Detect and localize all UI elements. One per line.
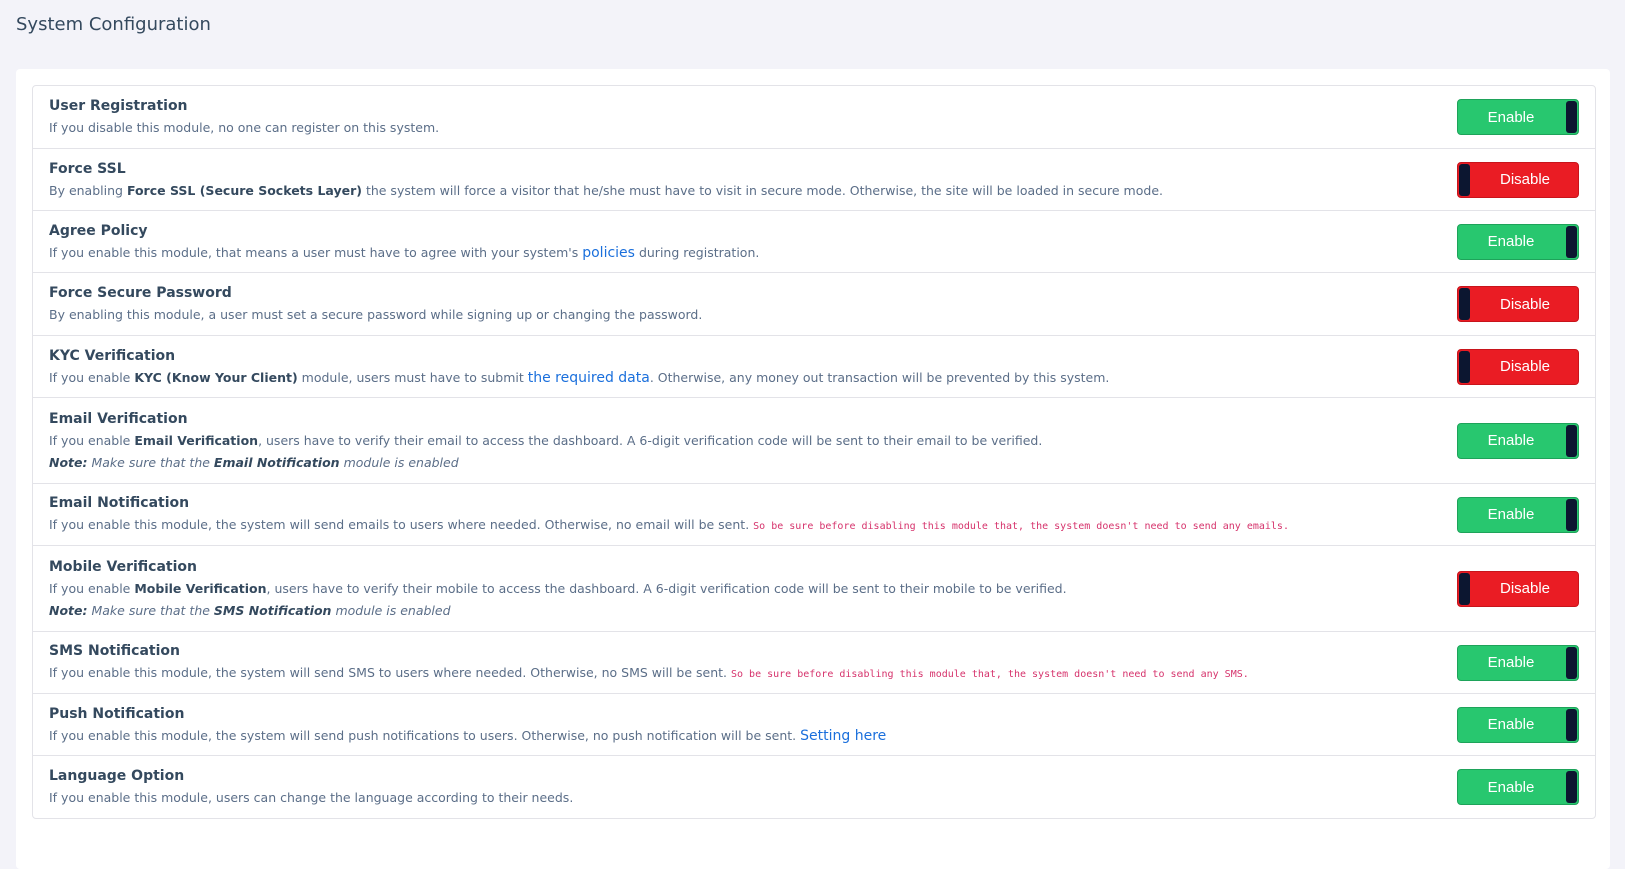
setting-title: Force Secure Password (49, 285, 232, 301)
toggle-knob (1459, 350, 1470, 383)
toggle-knob (1566, 101, 1577, 133)
user-registration-toggle[interactable]: Enable (1457, 99, 1579, 135)
settings-list: User Registration If you disable this mo… (32, 85, 1596, 819)
push-notification-toggle[interactable]: Enable (1457, 706, 1579, 743)
setting-title: KYC Verification (49, 347, 176, 364)
setting-description: If you disable this module, no one can r… (49, 120, 440, 135)
email-verification-toggle[interactable]: Enable (1457, 422, 1579, 459)
push-setting-link[interactable]: Setting here (800, 728, 886, 744)
setting-row-force-secure-password: Force Secure Password By enabling this m… (33, 273, 1595, 336)
setting-title: Push Notification (49, 705, 185, 722)
toggle-knob (1459, 163, 1470, 196)
settings-card: User Registration If you disable this mo… (16, 69, 1610, 869)
toggle-label: Disable (1499, 358, 1551, 375)
setting-description: If you enable this module, the system wi… (49, 516, 1289, 532)
force-ssl-toggle[interactable]: Disable (1457, 161, 1579, 198)
warning-code: So be sure before disabling this module … (753, 520, 1289, 532)
setting-description: If you enable Mobile Verification, users… (49, 580, 1067, 596)
language-option-toggle[interactable]: Enable (1457, 769, 1579, 805)
setting-description: By enabling this module, a user must set… (49, 307, 703, 322)
toggle-knob (1566, 498, 1577, 531)
warning-code: So be sure before disabling this module … (731, 668, 1249, 680)
toggle-knob (1566, 424, 1577, 457)
setting-row-agree-policy: Agree Policy If you enable this module, … (33, 211, 1595, 273)
setting-title: User Registration (49, 98, 188, 114)
toggle-label: Enable (1487, 233, 1535, 250)
toggle-label: Enable (1487, 654, 1535, 671)
toggle-knob (1459, 572, 1470, 605)
toggle-knob (1566, 646, 1577, 679)
setting-description: If you enable KYC (Know Your Client) mod… (49, 369, 1110, 386)
setting-description: If you enable Email Verification, users … (49, 432, 1043, 448)
setting-row-mobile-verification: Mobile Verification If you enable Mobile… (33, 546, 1595, 632)
agree-policy-toggle[interactable]: Enable (1457, 223, 1579, 260)
toggle-label: Enable (1487, 716, 1535, 733)
toggle-label: Enable (1487, 506, 1535, 523)
toggle-label: Enable (1487, 432, 1535, 449)
toggle-knob (1566, 771, 1577, 803)
setting-note: Note: Make sure that the Email Notificat… (49, 454, 459, 470)
toggle-label: Enable (1487, 108, 1535, 126)
email-notification-toggle[interactable]: Enable (1457, 496, 1579, 533)
mobile-verification-toggle[interactable]: Disable (1457, 570, 1579, 607)
setting-description: By enabling Force SSL (Secure Sockets La… (49, 182, 1163, 198)
setting-row-sms-notification: SMS Notification If you enable this modu… (33, 632, 1595, 694)
toggle-knob (1566, 225, 1577, 258)
setting-description: If you enable this module, the system wi… (49, 727, 887, 744)
policies-link[interactable]: policies (582, 245, 635, 261)
toggle-label: Disable (1499, 580, 1551, 597)
setting-row-push-notification: Push Notification If you enable this mod… (33, 694, 1595, 756)
setting-title: SMS Notification (49, 642, 180, 659)
setting-title: Email Notification (49, 494, 190, 511)
kyc-verification-toggle[interactable]: Disable (1457, 348, 1579, 385)
toggle-label: Disable (1499, 171, 1551, 188)
setting-row-user-registration: User Registration If you disable this mo… (33, 86, 1595, 149)
setting-description: If you enable this module, that means a … (49, 244, 760, 261)
setting-title: Language Option (49, 768, 185, 784)
sms-notification-toggle[interactable]: Enable (1457, 644, 1579, 681)
toggle-knob (1459, 288, 1470, 320)
toggle-label: Disable (1499, 295, 1551, 313)
toggle-label: Enable (1487, 778, 1535, 796)
setting-row-language-option: Language Option If you enable this modul… (33, 756, 1595, 818)
setting-row-email-verification: Email Verification If you enable Email V… (33, 398, 1595, 484)
toggle-knob (1566, 708, 1577, 741)
setting-row-email-notification: Email Notification If you enable this mo… (33, 484, 1595, 546)
setting-row-kyc-verification: KYC Verification If you enable KYC (Know… (33, 336, 1595, 398)
required-data-link[interactable]: the required data (528, 370, 650, 386)
setting-title: Mobile Verification (49, 558, 198, 575)
page-title: System Configuration (16, 14, 211, 35)
setting-note: Note: Make sure that the SMS Notificatio… (49, 602, 451, 618)
setting-title: Force SSL (49, 160, 126, 177)
force-secure-password-toggle[interactable]: Disable (1457, 286, 1579, 322)
setting-description: If you enable this module, the system wi… (49, 664, 1249, 680)
setting-row-force-ssl: Force SSL By enabling Force SSL (Secure … (33, 149, 1595, 211)
setting-title: Agree Policy (49, 222, 148, 239)
setting-title: Email Verification (49, 410, 188, 427)
setting-description: If you enable this module, users can cha… (49, 790, 574, 805)
